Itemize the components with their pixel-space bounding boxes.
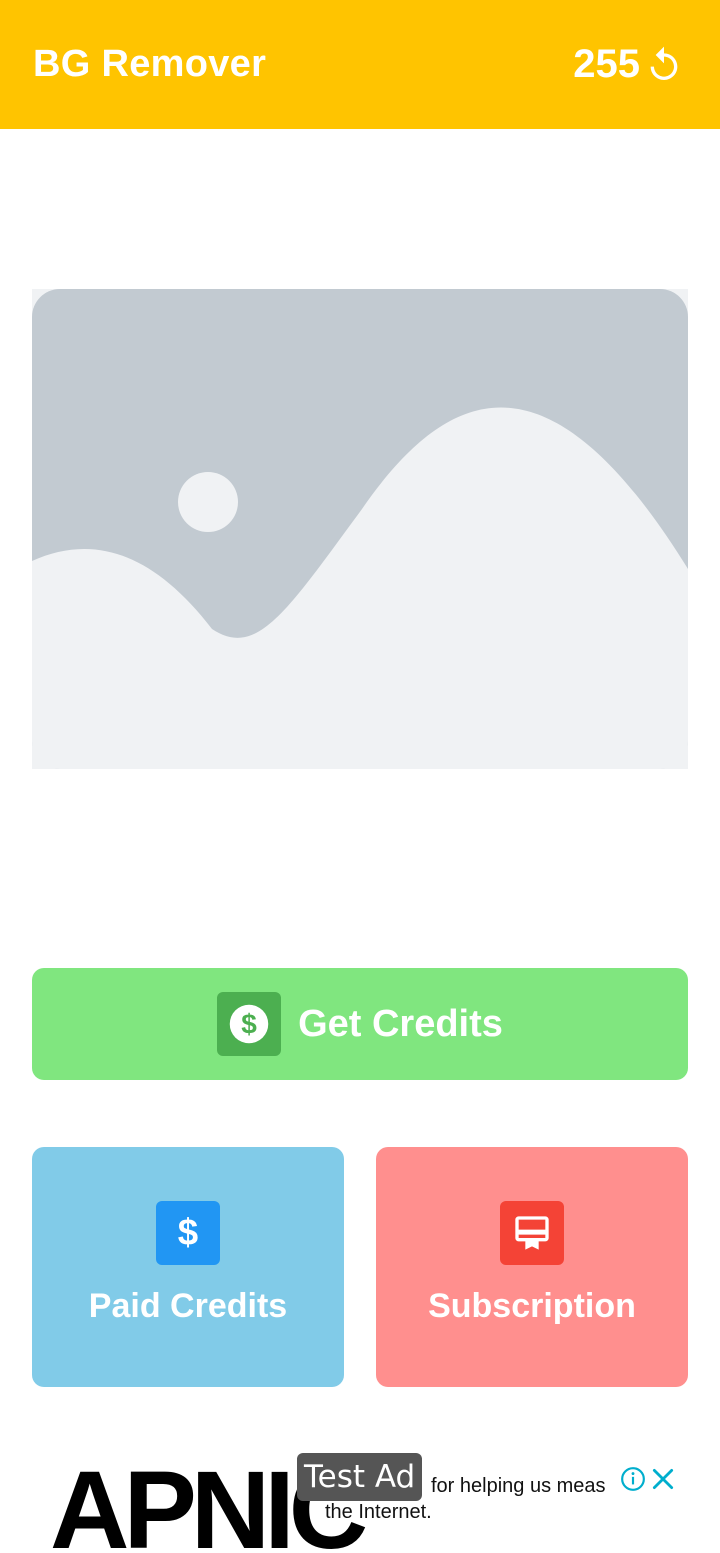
ad-banner[interactable]: APNIC for helping us meas the Internet. …: [0, 1420, 720, 1553]
credits-counter[interactable]: 255: [573, 42, 684, 87]
get-credits-button[interactable]: $ Get Credits: [32, 968, 688, 1080]
ad-text-line-2: the Internet.: [325, 1501, 432, 1523]
close-icon[interactable]: [650, 1466, 676, 1492]
dollar-circle-icon: $: [217, 992, 282, 1056]
app-bar: BG Remover 255: [0, 0, 720, 129]
subscription-label: Subscription: [428, 1286, 636, 1325]
credits-count: 255: [573, 42, 640, 86]
paid-credits-label: Paid Credits: [88, 1286, 288, 1325]
refresh-icon[interactable]: [644, 45, 684, 85]
card-membership-icon: [500, 1200, 564, 1265]
paid-credits-button[interactable]: $ Paid Credits: [32, 1147, 344, 1387]
app-title: BG Remover: [33, 43, 267, 85]
image-placeholder-icon: [32, 289, 688, 769]
svg-text:$: $: [241, 1009, 257, 1040]
get-credits-label: Get Credits: [298, 1002, 503, 1045]
subscription-button[interactable]: Subscription: [376, 1147, 688, 1387]
test-ad-badge: Test Ad: [297, 1453, 423, 1501]
image-preview[interactable]: [32, 289, 688, 769]
svg-text:$: $: [178, 1213, 198, 1253]
info-icon[interactable]: [620, 1466, 646, 1492]
dollar-icon: $: [156, 1200, 220, 1265]
